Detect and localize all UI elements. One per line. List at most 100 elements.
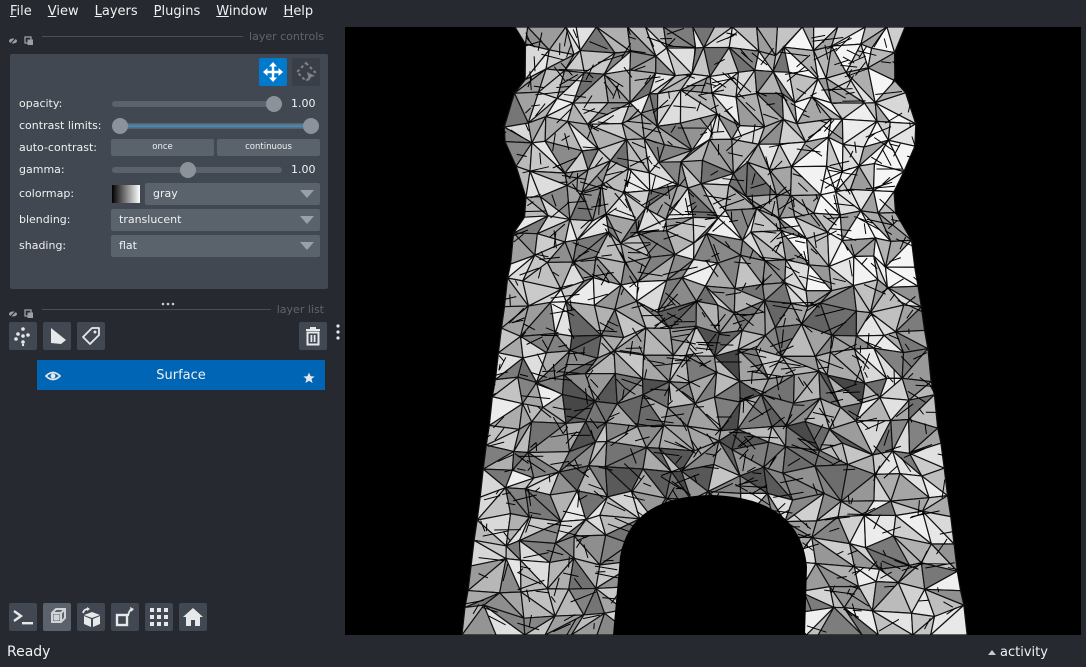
mesh-edge [806,542,808,549]
menu-help[interactable]: Help [276,0,322,24]
layer-controls-title: layer controls [249,29,324,43]
chevron-down-icon [300,216,314,224]
layer-name: Surface [156,367,206,383]
auto-contrast-row: auto-contrast: once continuous [10,137,328,159]
dock-float-icon[interactable] [24,31,34,45]
roll-button[interactable] [77,603,105,631]
move-arrows-icon [263,62,283,82]
blending-value: translucent [119,213,182,226]
shading-value: flat [119,239,137,252]
mesh-edge [686,84,706,87]
more-options-icon[interactable] [335,323,341,341]
menu-file-label: ile [16,4,32,19]
gamma-label: gamma: [19,163,65,176]
menubar: File View Layers Plugins Window Help [0,0,1086,24]
dock-splitter-handle[interactable] [160,292,178,306]
mesh-edge [509,294,511,307]
viewer-canvas[interactable] [345,27,1081,635]
points-icon [14,327,30,347]
mesh-hole [613,495,807,635]
opacity-row: opacity: 1.00 [10,93,328,115]
contrast-limits-label: contrast limits: [19,119,102,132]
dock-title-divider [42,35,244,37]
dock-close-icon[interactable] [8,31,18,45]
gamma-slider-track[interactable] [112,167,282,173]
blending-label: blending: [19,213,71,226]
dock-title-divider [42,308,271,310]
grid-button[interactable] [145,603,173,631]
colormap-row: colormap: gray [10,183,328,205]
contrast-limits-low-handle[interactable] [112,118,128,134]
gamma-slider-handle[interactable] [180,162,197,178]
colormap-label: colormap: [19,187,75,200]
terminal-icon [13,610,33,625]
console-button[interactable] [9,603,37,631]
mesh-edge [493,131,507,144]
auto-contrast-once-button[interactable]: once [111,139,214,156]
mesh-edge [548,474,551,483]
chevron-up-icon [988,650,996,655]
menu-window[interactable]: Window [208,0,275,24]
home-icon [183,608,203,626]
new-shapes-button[interactable] [43,322,71,350]
activity-label: activity [1000,645,1048,660]
mesh-edge [909,122,911,128]
shading-row: shading: flat [10,235,328,257]
shading-label: shading: [19,239,67,252]
menu-layers-mnemonic: L [94,4,102,19]
layer-list-dock-title: layer list [8,301,324,318]
opacity-slider-track[interactable] [112,101,282,107]
3d-cube-icon [51,608,66,623]
mesh-edge [694,42,696,56]
opacity-value: 1.00 [291,97,316,110]
opacity-slider-handle[interactable] [266,96,282,112]
mesh-edge [603,559,614,562]
contrast-limits-high-handle[interactable] [303,118,319,134]
menu-layers-label: ayers [101,4,138,19]
layer-list-item[interactable]: Surface [37,360,325,390]
delete-layer-button[interactable] [299,322,327,350]
status-bar: Ready activity [0,640,1086,667]
colormap-dropdown[interactable]: gray [145,183,320,205]
mesh-edge [847,513,872,516]
new-labels-button[interactable] [77,322,105,350]
contrast-limits-range [120,124,312,128]
menu-plugins-label: lugins [161,4,201,19]
menu-file[interactable]: File [2,0,40,24]
mesh-edge [696,341,721,344]
menu-view-label: iew [56,4,79,19]
rotate-cube-icon [82,607,100,627]
pan-zoom-button[interactable] [259,58,287,86]
mesh-edge [842,391,860,394]
auto-contrast-label: auto-contrast: [19,141,98,154]
new-points-button[interactable] [9,322,37,350]
colormap-preview [112,185,140,203]
star-icon [303,369,315,388]
mesh-edge [476,387,495,395]
menu-plugins-mnemonic: P [153,4,162,19]
gamma-row: gamma: 1.00 [10,159,328,181]
menu-layers[interactable]: Layers [87,0,146,24]
menu-help-label: elp [293,4,314,19]
shading-dropdown[interactable]: flat [111,235,320,257]
layer-list-title: layer list [276,302,324,316]
menu-window-mnemonic: W [216,4,229,19]
home-button[interactable] [179,603,207,631]
transpose-button[interactable] [111,603,139,631]
mesh-edge [906,155,930,163]
menu-plugins[interactable]: Plugins [146,0,209,24]
dock-close-icon[interactable] [8,304,18,318]
trash-icon [306,327,320,346]
ndisplay-button[interactable] [43,603,71,631]
gamma-value: 1.00 [291,163,316,176]
transform-button[interactable] [292,58,320,86]
blending-row: blending: translucent [10,209,328,231]
blending-dropdown[interactable]: translucent [111,209,320,231]
status-text: Ready [7,644,51,660]
dock-float-icon[interactable] [24,304,34,318]
chevron-down-icon [300,190,314,198]
shapes-icon [51,328,66,344]
activity-button[interactable]: activity [988,645,1048,660]
auto-contrast-continuous-button[interactable]: continuous [217,139,320,156]
menu-view[interactable]: View [40,0,87,24]
